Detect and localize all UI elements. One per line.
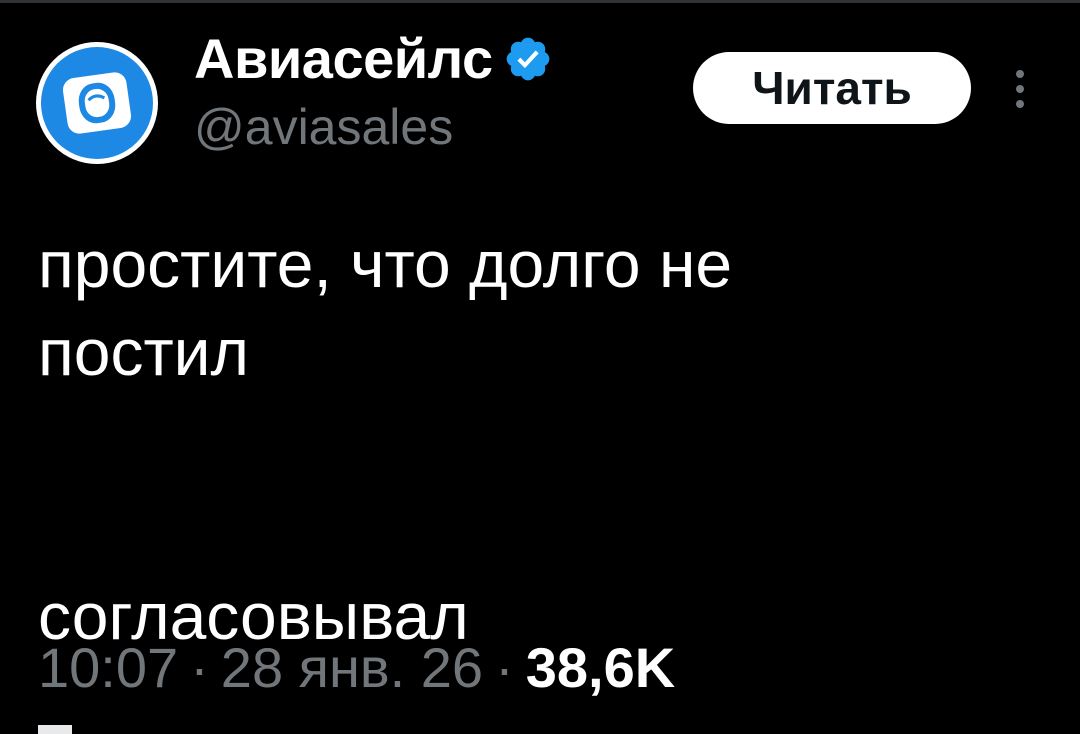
avatar[interactable] <box>36 42 158 164</box>
tweet-meta: 10:07 · 28 янв. 26 · 38,6K <box>38 628 675 708</box>
tweet-card: Авиасейлс @aviasales Читать простите, чт… <box>0 0 1080 734</box>
meta-separator: · <box>190 636 209 699</box>
tweet-date[interactable]: 28 янв. 26 <box>221 636 483 699</box>
tweet-text: простите, что долго не постил согласовыв… <box>38 227 733 653</box>
cropped-content-edge <box>38 725 72 734</box>
view-count[interactable]: 38,6K <box>526 636 675 699</box>
aviasales-logo-icon <box>41 47 153 159</box>
account-handle[interactable]: @aviasales <box>194 102 453 152</box>
account-header: Авиасейлс <box>194 24 553 94</box>
follow-button[interactable]: Читать <box>693 52 971 124</box>
meta-separator: · <box>495 636 514 699</box>
tweet-time[interactable]: 10:07 <box>38 636 178 699</box>
display-name[interactable]: Авиасейлс <box>194 31 493 87</box>
verified-badge-icon <box>503 34 553 84</box>
more-vertical-icon[interactable] <box>1000 64 1040 114</box>
